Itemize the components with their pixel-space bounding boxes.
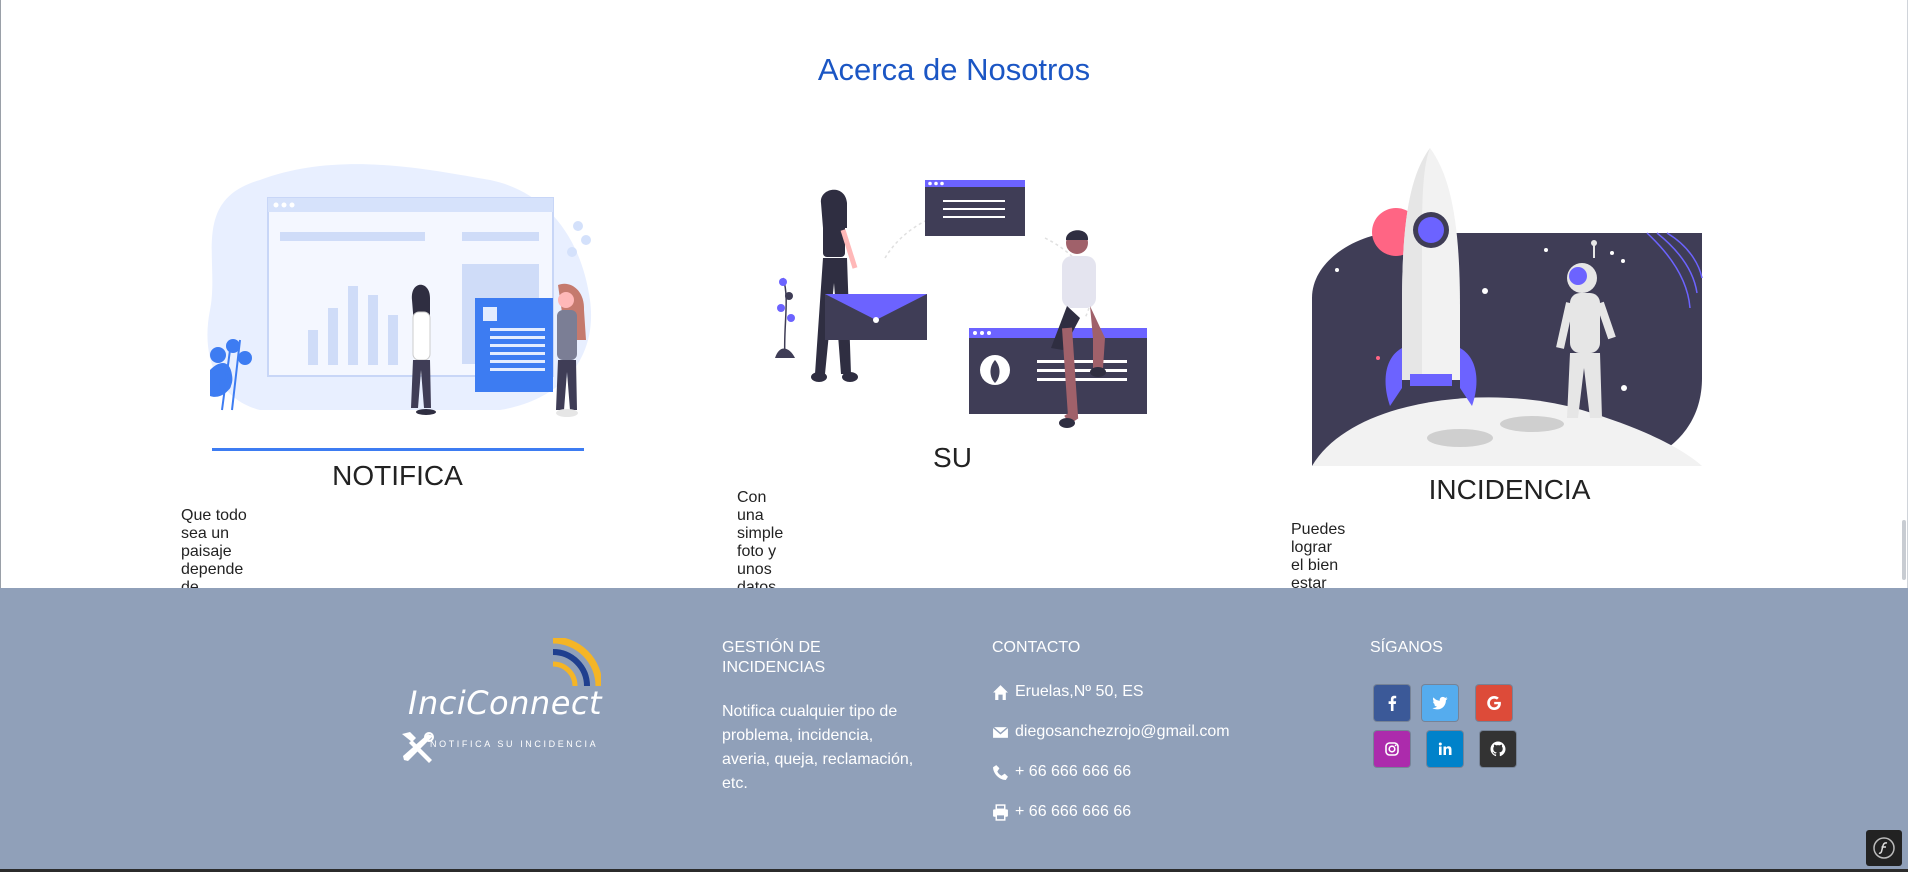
facebook-icon (1388, 695, 1397, 711)
about-title: Acerca de Nosotros (817, 52, 1091, 87)
instagram-icon (1385, 742, 1399, 756)
rocket-astronaut-illustration (1312, 148, 1703, 466)
inciconnect-logo[interactable]: InciConnect NOTIFICA SU INCIDENCIA (398, 638, 608, 770)
siganos-heading: SÍGANOS (1370, 639, 1443, 656)
contacto-heading: CONTACTO (992, 639, 1081, 656)
contact-fax-text: + 66 666 666 66 (1015, 803, 1132, 820)
contact-address: Eruelas,Nº 50, ES (992, 683, 1144, 701)
github-icon (1490, 741, 1506, 757)
instagram-button[interactable] (1374, 731, 1410, 767)
gestion-text: Notifica cualquier tipo de problema, inc… (722, 703, 914, 792)
home-icon (993, 684, 1008, 700)
contact-fax: + 66 666 666 66 (992, 803, 1131, 821)
print-icon (993, 803, 1008, 821)
linkedin-button[interactable] (1427, 731, 1463, 767)
people-messaging-illustration (775, 180, 1147, 428)
contact-email-text[interactable]: diegosanchezrojo@gmail.com (1015, 723, 1230, 741)
google-icon (1487, 696, 1501, 710)
symfony-toolbar-button[interactable] (1866, 830, 1902, 866)
logo-tagline: NOTIFICA SU INCIDENCIA (430, 739, 599, 749)
contact-address-text: Eruelas,Nº 50, ES (1015, 683, 1144, 700)
signal-waves-icon (552, 638, 601, 687)
phone-icon (993, 764, 1008, 780)
site-footer: InciConnect NOTIFICA SU INCIDENCIA GESTI… (0, 588, 1908, 872)
github-button[interactable] (1480, 731, 1516, 767)
linkedin-icon (1438, 742, 1452, 755)
feature-title-incidencia: INCIDENCIA (1428, 474, 1591, 505)
contact-phone-text[interactable]: + 66 666 666 66 (1015, 763, 1131, 781)
envelope-icon (992, 726, 1009, 738)
google-button[interactable] (1476, 685, 1512, 721)
symfony-icon (1873, 837, 1895, 859)
contact-phone[interactable]: + 66 666 666 66 (992, 763, 1131, 781)
dashboard-illustration (207, 164, 592, 451)
contact-email[interactable]: diegosanchezrojo@gmail.com (992, 723, 1230, 741)
feature-title-notifica: NOTIFICA (332, 460, 463, 491)
twitter-button[interactable] (1422, 685, 1458, 721)
facebook-button[interactable] (1374, 685, 1410, 721)
feature-text-su: Con una simple foto y unos datos. (737, 489, 784, 596)
logo-name: InciConnect (408, 684, 603, 722)
twitter-icon (1432, 696, 1448, 710)
feature-title-su: SU (933, 442, 972, 473)
page-left-border (0, 0, 1, 588)
gestion-heading: GESTIÓN DE INCIDENCIAS (722, 639, 826, 676)
scrollbar-thumb[interactable] (1902, 520, 1906, 580)
